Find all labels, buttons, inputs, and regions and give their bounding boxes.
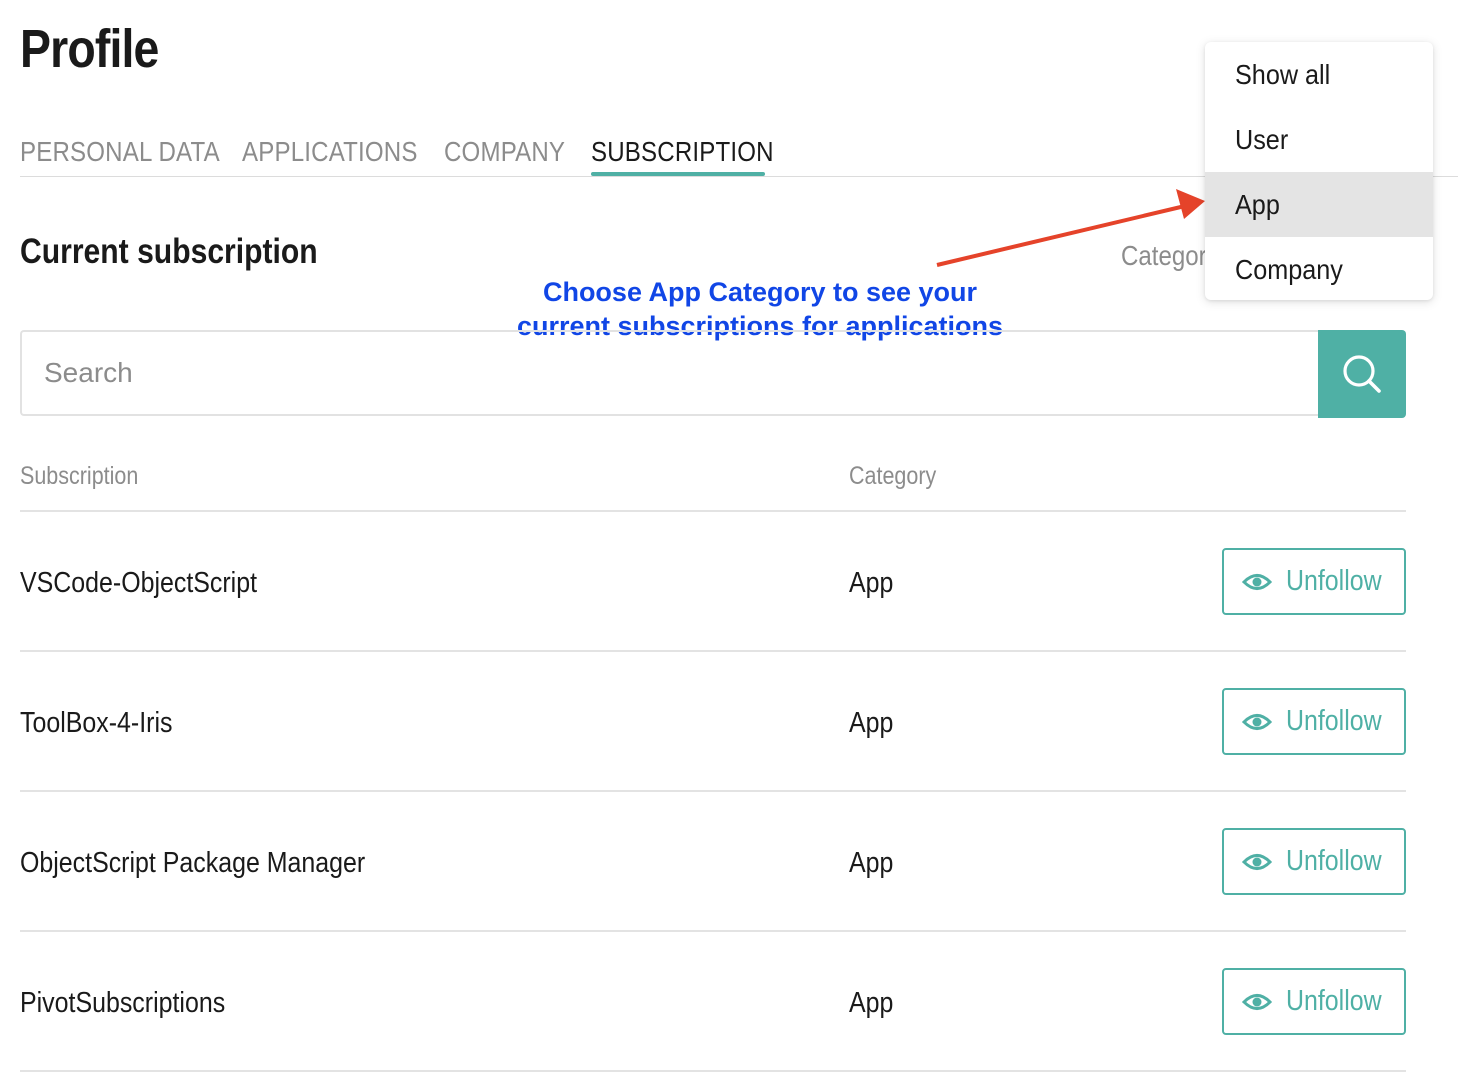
table-row: ToolBox-4-Iris App Unfollow — [20, 652, 1406, 792]
dropdown-option-label: Show all — [1235, 59, 1331, 90]
dropdown-option-label: App — [1235, 189, 1280, 220]
tab-applications[interactable]: APPLICATIONS — [242, 136, 418, 168]
active-tab-indicator — [591, 172, 765, 176]
subscription-category: App — [849, 707, 894, 739]
dropdown-option-label: Company — [1235, 254, 1343, 285]
subscription-name: ToolBox-4-Iris — [20, 707, 173, 739]
search-field — [20, 330, 1318, 416]
annotation-line-1: Choose App Category to see your — [542, 277, 978, 307]
dropdown-option-app[interactable]: App — [1205, 172, 1433, 237]
unfollow-button[interactable]: Unfollow — [1222, 688, 1406, 755]
table-row: PivotSubscriptions App Unfollow — [20, 932, 1406, 1072]
tab-personal-data[interactable]: PERSONAL DATA — [20, 136, 220, 168]
section-title: Current subscription — [20, 232, 318, 271]
eye-icon — [1242, 993, 1272, 1010]
category-dropdown-menu: Show all User App Company — [1205, 42, 1433, 300]
profile-page: Profile PERSONAL DATA APPLICATIONS COMPA… — [0, 0, 1458, 1092]
subscription-name: PivotSubscriptions — [20, 987, 226, 1019]
eye-icon — [1242, 713, 1272, 730]
unfollow-button[interactable]: Unfollow — [1222, 548, 1406, 615]
eye-icon — [1242, 573, 1272, 590]
eye-icon — [1242, 853, 1272, 870]
dropdown-option-company[interactable]: Company — [1205, 237, 1433, 302]
column-header-subscription: Subscription — [20, 462, 139, 490]
unfollow-label: Unfollow — [1286, 845, 1382, 877]
tab-company[interactable]: COMPANY — [444, 136, 565, 168]
subscription-table: VSCode-ObjectScript App Unfollow ToolBox… — [20, 512, 1406, 1072]
dropdown-option-label: User — [1235, 124, 1289, 155]
dropdown-option-user[interactable]: User — [1205, 107, 1433, 172]
table-header: Subscription Category — [20, 460, 1406, 512]
subscription-category: App — [849, 847, 894, 879]
table-row: ObjectScript Package Manager App Unfollo… — [20, 792, 1406, 932]
category-filter-label: Category — [1121, 240, 1205, 271]
unfollow-label: Unfollow — [1286, 985, 1382, 1017]
unfollow-label: Unfollow — [1286, 565, 1382, 597]
search-input[interactable] — [22, 332, 1318, 414]
unfollow-button[interactable]: Unfollow — [1222, 828, 1406, 895]
subscription-name: ObjectScript Package Manager — [20, 847, 366, 879]
unfollow-label: Unfollow — [1286, 705, 1382, 737]
unfollow-button[interactable]: Unfollow — [1222, 968, 1406, 1035]
page-title: Profile — [20, 19, 159, 79]
category-filter[interactable]: Category — [1121, 240, 1205, 272]
subscription-category: App — [849, 987, 894, 1019]
search-icon — [1343, 355, 1381, 393]
dropdown-option-show-all[interactable]: Show all — [1205, 42, 1433, 107]
column-header-category: Category — [849, 462, 937, 490]
subscription-category: App — [849, 567, 894, 599]
search-button[interactable] — [1318, 330, 1406, 418]
subscription-name: VSCode-ObjectScript — [20, 567, 258, 599]
table-row: VSCode-ObjectScript App Unfollow — [20, 512, 1406, 652]
tab-subscription[interactable]: SUBSCRIPTION — [591, 136, 774, 168]
